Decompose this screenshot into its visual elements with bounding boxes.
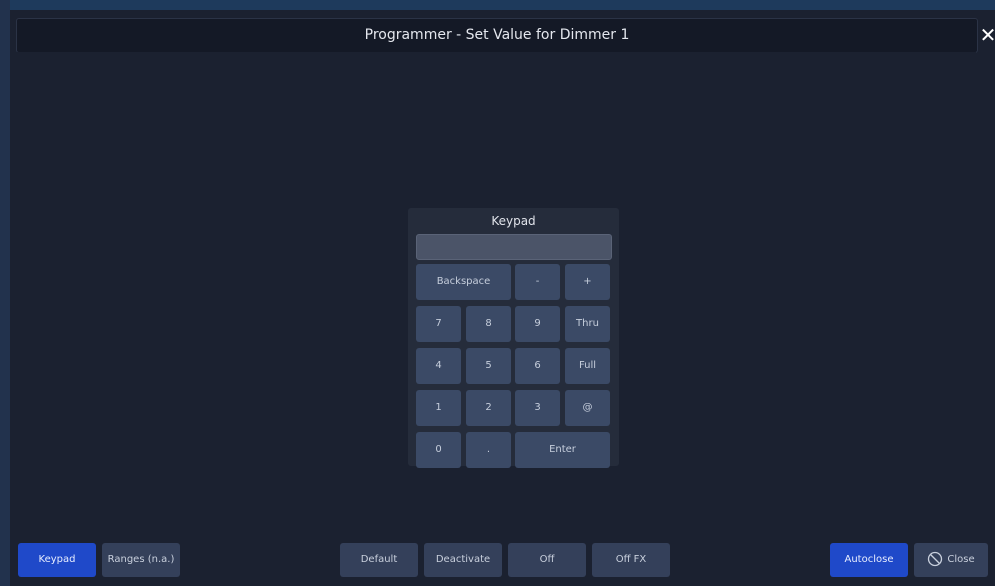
key-enter[interactable]: Enter: [515, 432, 610, 468]
off-button[interactable]: Off: [508, 543, 586, 577]
title-bar: Programmer - Set Value for Dimmer 1 ✕: [16, 18, 995, 53]
window-title: Programmer - Set Value for Dimmer 1: [364, 27, 630, 43]
key-2[interactable]: 2: [466, 390, 511, 426]
content-area: Keypad Backspace - + 7 8 9 Thru 4 5 6 Fu…: [16, 52, 976, 522]
keypad-title: Keypad: [491, 214, 536, 228]
deactivate-button[interactable]: Deactivate: [424, 543, 502, 577]
key-7[interactable]: 7: [416, 306, 461, 342]
key-5[interactable]: 5: [466, 348, 511, 384]
key-9[interactable]: 9: [515, 306, 560, 342]
off-fx-button[interactable]: Off FX: [592, 543, 670, 577]
keypad-display[interactable]: [416, 234, 612, 260]
key-dot[interactable]: .: [466, 432, 511, 468]
default-button[interactable]: Default: [340, 543, 418, 577]
background-strip-top: [0, 0, 995, 10]
dialog-window: Programmer - Set Value for Dimmer 1 ✕ Ke…: [10, 10, 995, 586]
key-8[interactable]: 8: [466, 306, 511, 342]
key-backspace[interactable]: Backspace: [416, 264, 511, 300]
key-1[interactable]: 1: [416, 390, 461, 426]
close-button[interactable]: Close: [914, 543, 988, 577]
key-at[interactable]: @: [565, 390, 610, 426]
close-icon[interactable]: ✕: [977, 22, 995, 48]
key-3[interactable]: 3: [515, 390, 560, 426]
key-minus[interactable]: -: [515, 264, 560, 300]
key-0[interactable]: 0: [416, 432, 461, 468]
ranges-tab-button[interactable]: Ranges (n.a.): [102, 543, 180, 577]
background-strip-left: [0, 0, 10, 586]
autoclose-button[interactable]: Autoclose: [830, 543, 908, 577]
key-plus[interactable]: +: [565, 264, 610, 300]
key-thru[interactable]: Thru: [565, 306, 610, 342]
key-full[interactable]: Full: [565, 348, 610, 384]
close-button-label: Close: [947, 554, 975, 565]
prohibited-icon: [928, 551, 943, 567]
key-4[interactable]: 4: [416, 348, 461, 384]
key-6[interactable]: 6: [515, 348, 560, 384]
keypad-panel: Keypad Backspace - + 7 8 9 Thru 4 5 6 Fu…: [408, 208, 619, 468]
keypad-tab-button[interactable]: Keypad: [18, 543, 96, 577]
bottom-toolbar: Keypad Ranges (n.a.) Default Deactivate …: [10, 538, 995, 586]
